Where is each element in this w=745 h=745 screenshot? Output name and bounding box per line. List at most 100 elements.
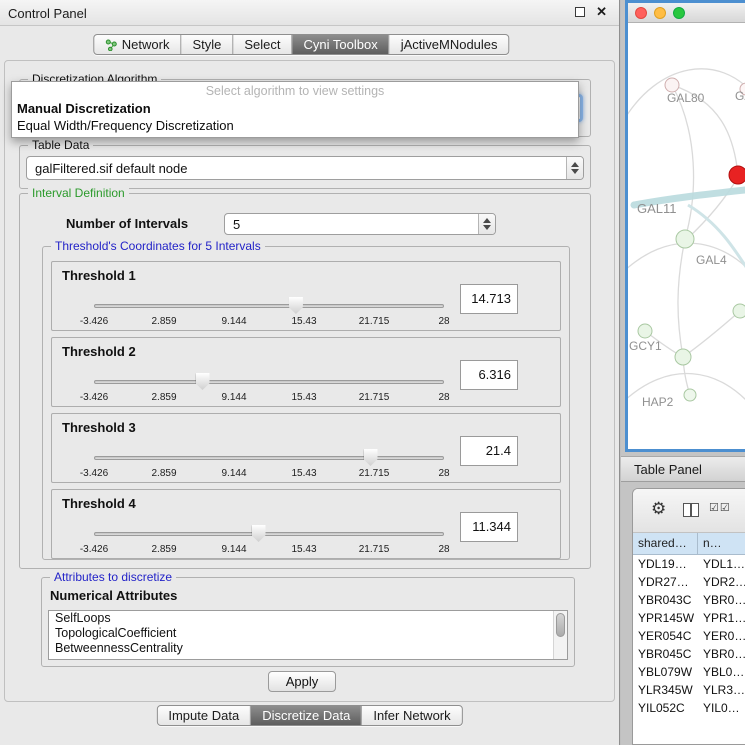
slider-thumb[interactable] xyxy=(364,449,378,466)
threshold-4-slider[interactable]: -3.426 2.859 9.144 15.43 21.715 28 xyxy=(94,524,444,558)
cyni-bottom-tabs: Impute Data Discretize Data Infer Networ… xyxy=(156,705,462,726)
slider-track[interactable] xyxy=(94,456,444,460)
tick-label: 15.43 xyxy=(291,316,316,327)
slider-thumb[interactable] xyxy=(196,373,210,390)
tab-network-label: Network xyxy=(122,37,170,52)
node-gcy1[interactable] xyxy=(638,324,652,338)
cell[interactable]: YBR043C xyxy=(633,591,698,609)
number-of-intervals-combobox[interactable]: 5 xyxy=(224,213,496,235)
cell[interactable]: YER054C xyxy=(633,627,698,645)
table-row[interactable]: YBR043C YBR0… xyxy=(633,591,745,609)
threshold-1-slider[interactable]: -3.426 2.859 9.144 15.43 21.715 28 xyxy=(94,296,444,330)
tab-discretize-data-label: Discretize Data xyxy=(262,708,350,723)
cell[interactable]: YIL0… xyxy=(698,699,745,717)
table-row[interactable]: YER054C YER0… xyxy=(633,627,745,645)
list-item[interactable]: BetweennessCentrality xyxy=(49,641,567,656)
cell[interactable]: YDR27… xyxy=(633,573,698,591)
cell[interactable]: YDL1… xyxy=(698,555,745,573)
table-row[interactable]: YBR045C YBR0… xyxy=(633,645,745,663)
column-header-name[interactable]: n… xyxy=(698,533,745,554)
cell[interactable]: YDR2… xyxy=(698,573,745,591)
threshold-2-label: Threshold 2 xyxy=(62,344,136,359)
slider-thumb[interactable] xyxy=(289,297,303,314)
close-icon[interactable]: ✕ xyxy=(596,4,607,20)
numerical-attributes-list[interactable]: SelfLoops TopologicalCoefficient Between… xyxy=(48,610,568,660)
combo-stepper-icon[interactable] xyxy=(566,157,583,179)
network-canvas[interactable]: GAL80 GA GAL11 GAL4 GCY1 HAP2 xyxy=(628,23,745,449)
cell[interactable]: YBL079W xyxy=(633,663,698,681)
tab-infer-network[interactable]: Infer Network xyxy=(361,706,461,725)
node[interactable] xyxy=(675,349,691,365)
scrollbar-thumb[interactable] xyxy=(556,613,565,637)
tick-label: 2.859 xyxy=(151,392,176,403)
cell[interactable]: YBR045C xyxy=(633,645,698,663)
zoom-traffic-light-icon[interactable] xyxy=(673,7,685,19)
node[interactable] xyxy=(733,304,745,318)
tab-discretize-data[interactable]: Discretize Data xyxy=(250,706,361,725)
cell[interactable]: YBR0… xyxy=(698,591,745,609)
threshold-3-value-field[interactable]: 21.4 xyxy=(460,436,518,466)
tab-impute-data[interactable]: Impute Data xyxy=(157,706,250,725)
threshold-3-slider[interactable]: -3.426 2.859 9.144 15.43 21.715 28 xyxy=(94,448,444,482)
scrollbar[interactable] xyxy=(553,611,567,659)
table-data-combobox[interactable]: galFiltered.sif default node xyxy=(26,156,584,180)
tab-style[interactable]: Style xyxy=(180,35,232,54)
tab-network[interactable]: Network xyxy=(94,35,181,54)
table-row[interactable]: YDL19… YDL1… xyxy=(633,555,745,573)
float-window-icon[interactable] xyxy=(575,7,585,17)
threshold-4-value-field[interactable]: 11.344 xyxy=(460,512,518,542)
combo-stepper-icon[interactable] xyxy=(478,214,495,234)
slider-track[interactable] xyxy=(94,532,444,536)
tick-label: 21.715 xyxy=(359,316,390,327)
node-selected-red[interactable] xyxy=(729,166,745,184)
threshold-2-slider[interactable]: -3.426 2.859 9.144 15.43 21.715 28 xyxy=(94,372,444,406)
dropdown-option-equal-width-frequency[interactable]: Equal Width/Frequency Discretization xyxy=(12,117,578,134)
table-row[interactable]: YBL079W YBL0… xyxy=(633,663,745,681)
dropdown-option-manual-discretization[interactable]: Manual Discretization xyxy=(12,100,578,117)
cell[interactable]: YIL052C xyxy=(633,699,698,717)
list-item[interactable]: TopologicalCoefficient xyxy=(49,626,567,641)
table-row[interactable]: YPR145W YPR1… xyxy=(633,609,745,627)
cell[interactable]: YPR145W xyxy=(633,609,698,627)
node-label-gal11: GAL11 xyxy=(637,201,677,216)
cell[interactable]: YLR3… xyxy=(698,681,745,699)
cell[interactable]: YBR0… xyxy=(698,645,745,663)
minimize-traffic-light-icon[interactable] xyxy=(654,7,666,19)
number-of-intervals-label: Number of Intervals xyxy=(66,216,188,231)
tab-jactivemnodules[interactable]: jActiveMNodules xyxy=(389,35,509,54)
columns-icon[interactable] xyxy=(683,503,699,517)
node-gal4[interactable] xyxy=(676,230,694,248)
slider-thumb[interactable] xyxy=(252,525,266,542)
attributes-group: Attributes to discretize Numerical Attri… xyxy=(41,577,575,667)
cell[interactable]: YER0… xyxy=(698,627,745,645)
threshold-2-value-field[interactable]: 6.316 xyxy=(460,360,518,390)
table-row[interactable]: YLR345W YLR3… xyxy=(633,681,745,699)
cell[interactable]: YDL19… xyxy=(633,555,698,573)
node-hap2[interactable] xyxy=(684,389,696,401)
cell[interactable]: YPR1… xyxy=(698,609,745,627)
table-row[interactable]: YDR27… YDR2… xyxy=(633,573,745,591)
cell[interactable]: YLR345W xyxy=(633,681,698,699)
cell[interactable]: YBL0… xyxy=(698,663,745,681)
slider-track[interactable] xyxy=(94,380,444,384)
threshold-1-value-field[interactable]: 14.713 xyxy=(460,284,518,314)
node-gal80[interactable] xyxy=(665,78,679,92)
numerical-attributes-label: Numerical Attributes xyxy=(50,588,177,603)
column-header-shared-name[interactable]: shared… xyxy=(633,533,698,554)
tab-cyni-toolbox[interactable]: Cyni Toolbox xyxy=(292,35,389,54)
close-traffic-light-icon[interactable] xyxy=(635,7,647,19)
table-row[interactable]: YIL052C YIL0… xyxy=(633,699,745,717)
slider-track[interactable] xyxy=(94,304,444,308)
tick-label: 9.144 xyxy=(221,392,246,403)
select-columns-icon[interactable]: ☑☑ xyxy=(709,501,731,514)
number-of-intervals-value: 5 xyxy=(225,217,478,232)
apply-button[interactable]: Apply xyxy=(268,671,336,692)
threshold-3-label: Threshold 3 xyxy=(62,420,136,435)
gear-icon[interactable]: ⚙ xyxy=(651,499,666,519)
tick-label: 28 xyxy=(438,544,449,555)
table-data-group: Table Data galFiltered.sif default node xyxy=(19,145,591,189)
tab-infer-network-label: Infer Network xyxy=(373,708,450,723)
tab-select[interactable]: Select xyxy=(232,35,291,54)
dropdown-hint: Select algorithm to view settings xyxy=(12,82,578,100)
list-item[interactable]: SelfLoops xyxy=(49,611,567,626)
